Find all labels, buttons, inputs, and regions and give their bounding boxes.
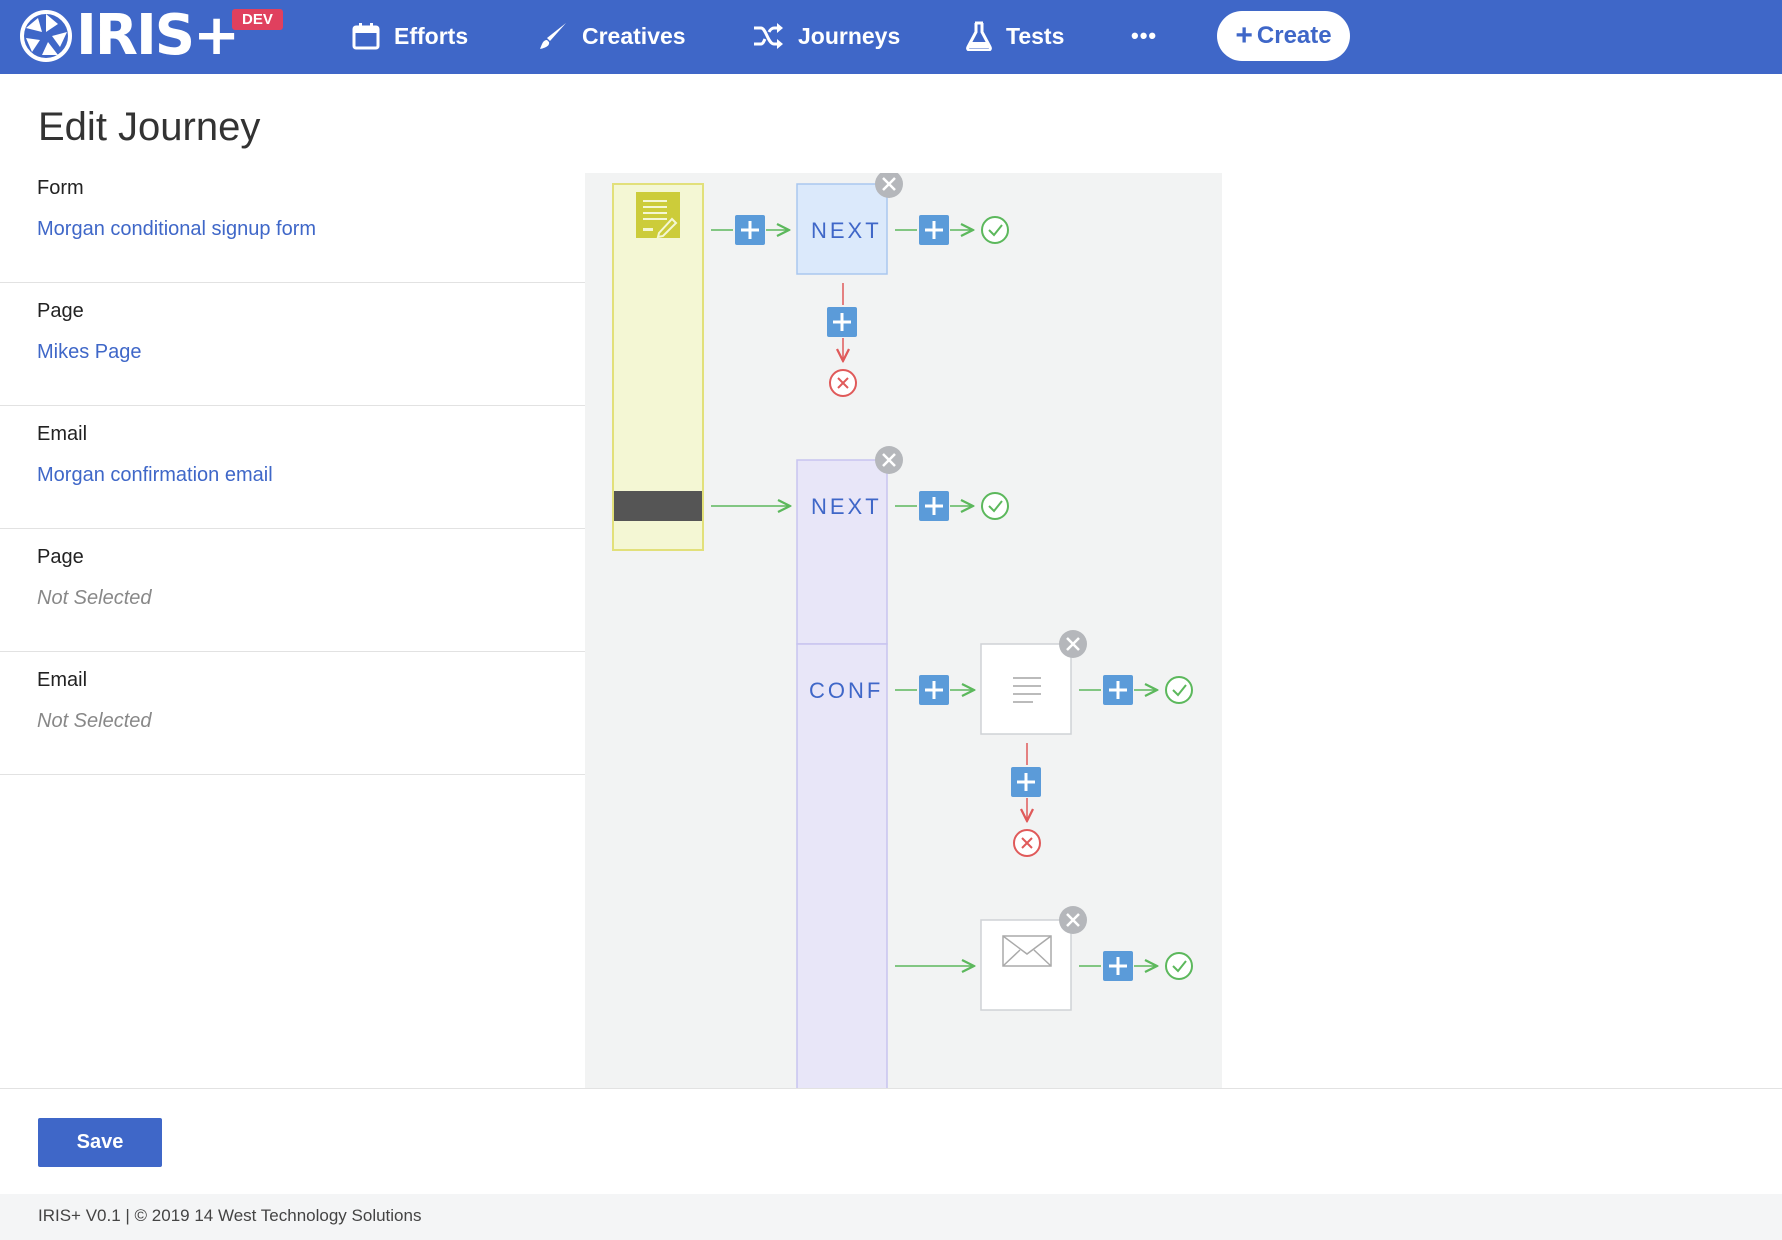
plus-icon: +	[1235, 19, 1253, 52]
next-node[interactable]	[796, 459, 888, 645]
step-item[interactable]: Page Not Selected	[0, 529, 585, 652]
nav-journeys-label: Journeys	[798, 22, 901, 49]
step-type-label: Page	[37, 546, 84, 568]
aperture-logo-icon	[20, 10, 72, 62]
page-title: Edit Journey	[38, 105, 261, 149]
nav-creatives[interactable]: Creatives	[538, 18, 686, 54]
journey-step-list: Form Morgan conditional signup form Page…	[0, 160, 585, 775]
divider	[0, 1088, 1782, 1089]
nav-efforts[interactable]: Efforts	[352, 18, 468, 54]
success-check-icon	[981, 492, 1009, 520]
add-step-button[interactable]	[919, 675, 949, 705]
step-type-label: Email	[37, 423, 88, 445]
conf-node-label: CONF	[809, 678, 884, 703]
calendar-icon	[352, 23, 380, 50]
nav-journeys[interactable]: Journeys	[752, 18, 900, 54]
step-type-label: Email	[37, 669, 88, 691]
email-node[interactable]	[980, 919, 1072, 1011]
step-value-link[interactable]: Morgan conditional signup form	[37, 218, 585, 241]
footer-copyright: IRIS+ V0.1 | © 2019 14 West Technology S…	[38, 1206, 422, 1225]
brand-name: IRIS+	[76, 3, 240, 68]
step-type-label: Form	[37, 177, 84, 199]
add-step-button[interactable]	[1103, 951, 1133, 981]
logo[interactable]: IRIS+	[20, 3, 240, 68]
success-check-icon	[1165, 676, 1193, 704]
footer: IRIS+ V0.1 | © 2019 14 West Technology S…	[0, 1194, 1782, 1240]
step-item[interactable]: Email Morgan confirmation email	[0, 406, 585, 529]
save-button[interactable]: Save	[38, 1118, 162, 1167]
add-step-button[interactable]	[1103, 675, 1133, 705]
form-edit-icon	[636, 192, 680, 239]
nav-efforts-label: Efforts	[394, 22, 469, 49]
create-button[interactable]: + Create	[1217, 11, 1350, 61]
remove-node-button[interactable]	[875, 446, 903, 474]
add-step-button[interactable]	[919, 491, 949, 521]
brush-icon	[540, 23, 566, 49]
step-type-label: Page	[37, 300, 84, 322]
add-step-button[interactable]	[827, 307, 857, 337]
failure-x-icon	[829, 369, 857, 397]
add-step-button[interactable]	[919, 215, 949, 245]
top-nav: IRIS+ DEV Efforts Creatives Journeys Tes…	[0, 0, 1782, 74]
step-value-placeholder[interactable]: Not Selected	[37, 587, 585, 610]
step-value-link[interactable]: Morgan confirmation email	[37, 464, 585, 487]
step-value-link[interactable]: Mikes Page	[37, 341, 585, 364]
remove-node-button[interactable]	[1059, 630, 1087, 658]
form-node[interactable]	[612, 183, 704, 551]
step-item[interactable]: Page Mikes Page	[0, 283, 585, 406]
add-step-button[interactable]	[735, 215, 765, 245]
conf-node[interactable]	[796, 643, 888, 1088]
failure-x-icon	[1013, 829, 1041, 857]
flask-icon	[966, 21, 992, 51]
journey-canvas: NEXT NEXT CONF	[585, 173, 1222, 1088]
create-button-label: Create	[1256, 22, 1332, 49]
step-value-placeholder[interactable]: Not Selected	[37, 710, 585, 733]
next-node-label: NEXT	[811, 218, 882, 243]
success-check-icon	[1165, 952, 1193, 980]
step-item[interactable]: Email Not Selected	[0, 652, 585, 775]
more-menu-button[interactable]: •••	[1131, 18, 1157, 54]
page-node[interactable]	[980, 643, 1072, 735]
step-item[interactable]: Form Morgan conditional signup form	[0, 160, 585, 283]
nav-tests[interactable]: Tests	[966, 18, 1064, 54]
nav-creatives-label: Creatives	[582, 22, 686, 49]
add-step-button[interactable]	[1011, 767, 1041, 797]
shuffle-icon	[754, 23, 783, 49]
remove-node-button[interactable]	[1059, 906, 1087, 934]
next-node-label: NEXT	[811, 494, 882, 519]
success-check-icon	[981, 216, 1009, 244]
nav-tests-label: Tests	[1006, 22, 1065, 49]
environment-badge: DEV	[232, 9, 283, 30]
